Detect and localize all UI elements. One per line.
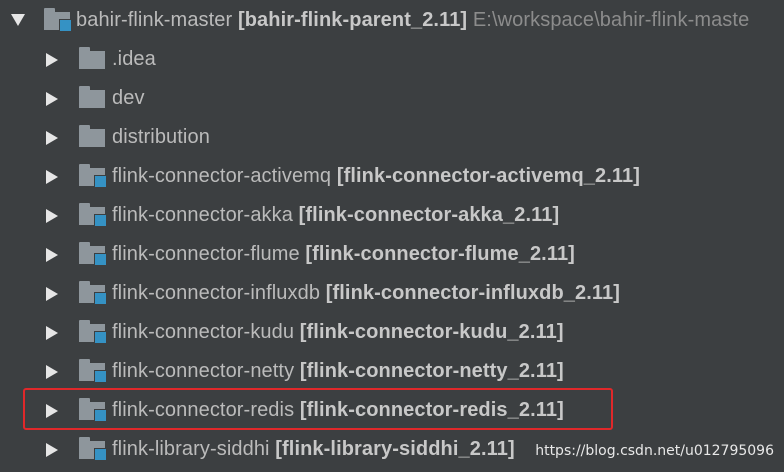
tree-item-label: flink-connector-kudu [flink-connector-ku… <box>112 321 564 344</box>
module-folder-icon <box>79 203 107 227</box>
module-folder-icon <box>44 8 72 32</box>
highlight-annotation-box <box>23 388 613 430</box>
tree-item-label: .idea <box>112 48 156 70</box>
module-dir-name: flink-connector-kudu <box>112 321 295 343</box>
tree-item-distribution[interactable]: distribution <box>0 118 784 157</box>
module-dir-name: flink-library-siddhi <box>112 438 270 460</box>
module-name: [flink-connector-netty_2.11] <box>299 360 564 382</box>
module-name: [flink-library-siddhi_2.11] <box>275 438 515 460</box>
tree-item-kudu[interactable]: flink-connector-kudu [flink-connector-ku… <box>0 313 784 352</box>
module-folder-icon <box>79 164 107 188</box>
module-folder-icon <box>79 437 107 461</box>
collapse-arrow-icon[interactable] <box>46 209 58 223</box>
module-dir-name: flink-connector-netty <box>112 360 295 382</box>
tree-item-label: flink-connector-activemq [flink-connecto… <box>112 165 640 188</box>
tree-item-flume[interactable]: flink-connector-flume [flink-connector-f… <box>0 235 784 274</box>
folder-icon <box>79 47 107 71</box>
collapse-arrow-icon[interactable] <box>46 92 58 106</box>
module-name: [flink-connector-activemq_2.11] <box>336 165 641 187</box>
module-dir-name: flink-connector-influxdb <box>112 282 321 304</box>
collapse-arrow-icon[interactable] <box>46 131 58 145</box>
tree-item-idea[interactable]: .idea <box>0 40 784 79</box>
collapse-arrow-icon[interactable] <box>46 170 58 184</box>
module-name: [flink-connector-kudu_2.11] <box>299 321 564 343</box>
module-dir-name: flink-connector-activemq <box>112 165 332 187</box>
tree-item-label: dev <box>112 87 145 109</box>
tree-item-label: flink-connector-flume [flink-connector-f… <box>112 243 575 266</box>
tree-item-activemq[interactable]: flink-connector-activemq [flink-connecto… <box>0 157 784 196</box>
module-dir-name: flink-connector-akka <box>112 204 293 226</box>
module-folder-icon <box>79 281 107 305</box>
folder-icon <box>79 125 107 149</box>
root-module: [bahir-flink-parent_2.11] <box>237 9 468 31</box>
tree-item-akka[interactable]: flink-connector-akka [flink-connector-ak… <box>0 196 784 235</box>
collapse-arrow-icon[interactable] <box>46 248 58 262</box>
collapse-arrow-icon[interactable] <box>46 53 58 67</box>
watermark-text: https://blog.csdn.net/u012795096 <box>535 443 774 459</box>
module-name: [flink-connector-flume_2.11] <box>305 243 575 265</box>
tree-root-row[interactable]: bahir-flink-master [bahir-flink-parent_2… <box>0 0 784 40</box>
tree-item-label: distribution <box>112 126 210 148</box>
root-path: E:\workspace\bahir-flink-maste <box>472 9 750 31</box>
tree-item-netty[interactable]: flink-connector-netty [flink-connector-n… <box>0 352 784 391</box>
collapse-arrow-icon[interactable] <box>46 287 58 301</box>
module-dir-name: flink-connector-flume <box>112 243 300 265</box>
module-name: [flink-connector-influxdb_2.11] <box>325 282 620 304</box>
module-folder-icon <box>79 320 107 344</box>
tree-item-label: flink-connector-akka [flink-connector-ak… <box>112 204 559 227</box>
collapse-arrow-icon[interactable] <box>46 443 58 457</box>
collapse-arrow-icon[interactable] <box>46 326 58 340</box>
tree-item-label: flink-library-siddhi [flink-library-sidd… <box>112 438 515 461</box>
module-folder-icon <box>79 359 107 383</box>
module-folder-icon <box>79 242 107 266</box>
folder-icon <box>79 86 107 110</box>
tree-item-dev[interactable]: dev <box>0 79 784 118</box>
tree-item-influxdb[interactable]: flink-connector-influxdb [flink-connecto… <box>0 274 784 313</box>
root-name: bahir-flink-master <box>76 9 233 31</box>
module-name: [flink-connector-akka_2.11] <box>298 204 560 226</box>
project-tree: bahir-flink-master [bahir-flink-parent_2… <box>0 0 784 472</box>
tree-root-label: bahir-flink-master [bahir-flink-parent_2… <box>76 9 749 32</box>
collapse-arrow-icon[interactable] <box>46 365 58 379</box>
expand-arrow-icon[interactable] <box>11 14 25 26</box>
tree-item-label: flink-connector-netty [flink-connector-n… <box>112 360 564 383</box>
tree-item-label: flink-connector-influxdb [flink-connecto… <box>112 282 620 305</box>
